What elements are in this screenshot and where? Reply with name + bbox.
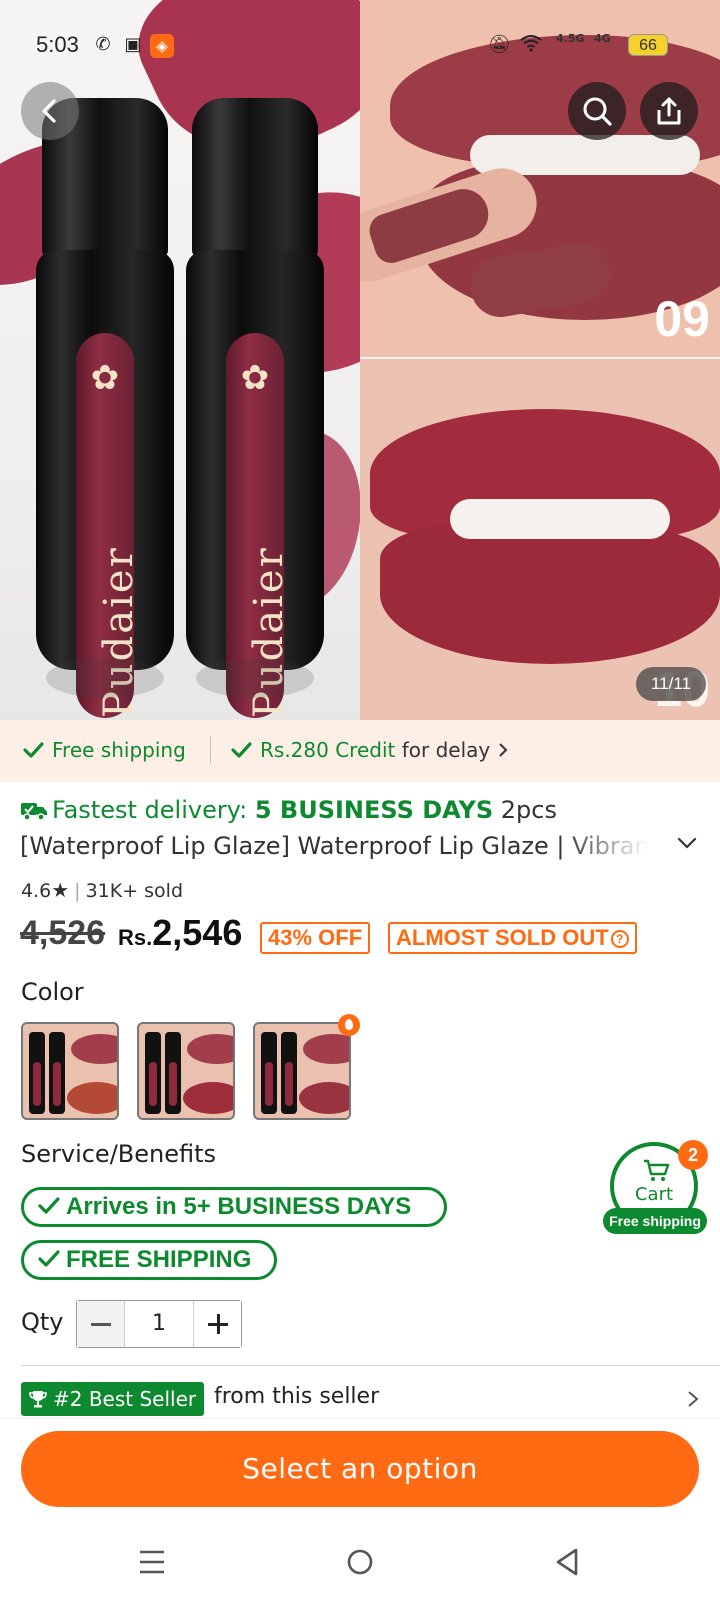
credit-suffix: for delay (401, 738, 491, 762)
cart-free-shipping-tag: Free shipping (603, 1208, 707, 1234)
search-icon (583, 97, 612, 126)
lip-glaze-tube-left: ✿ Pudaier (36, 98, 174, 718)
check-icon (231, 742, 252, 758)
whatsapp-icon: ✆ (95, 34, 111, 55)
sold-count: 31K+ sold (85, 880, 184, 902)
signal-icon: 4G (594, 32, 611, 45)
shipping-strip[interactable]: Free shipping Rs.280 Credit for delay (0, 720, 720, 782)
quantity-stepper[interactable]: 1 (76, 1300, 242, 1348)
back-nav-icon[interactable] (548, 1542, 588, 1582)
qty-label: Qty (21, 1308, 64, 1336)
current-price: Rs.2,546 (118, 912, 243, 953)
best-seller-text: from this seller (214, 1384, 380, 1409)
quantity-value[interactable]: 1 (125, 1301, 193, 1347)
select-option-button[interactable]: Select an option (21, 1431, 699, 1507)
check-icon (38, 1197, 60, 1214)
cart-label: Cart (634, 1184, 674, 1205)
original-price: 4,526 (20, 914, 106, 952)
color-swatch[interactable] (137, 1022, 235, 1120)
delivery-truck-icon (21, 803, 47, 821)
price-row: 4,526 Rs.2,546 43% OFF ALMOST SOLD OUT? (20, 912, 710, 958)
share-button[interactable] (640, 82, 698, 140)
best-seller-row[interactable]: #2 Best Seller from this seller (21, 1382, 701, 1416)
star-icon: ★ (51, 878, 70, 902)
trophy-icon (29, 1391, 47, 1408)
signal-icon: 4.5G (556, 32, 585, 45)
chevron-left-icon (42, 99, 56, 123)
free-shipping-tag: Free shipping (22, 738, 186, 762)
best-seller-badge: #2 Best Seller (21, 1382, 205, 1416)
divider (21, 1365, 720, 1366)
cart-count-badge: 2 (678, 1140, 708, 1170)
increase-button[interactable] (193, 1301, 241, 1347)
color-swatch[interactable] (253, 1022, 351, 1120)
benefit-badge: FREE SHIPPING (21, 1240, 277, 1280)
chevron-right-icon (498, 743, 508, 757)
benefit-badge: Arrives in 5+ BUSINESS DAYS (21, 1187, 447, 1227)
bottom-action-bar: Select an option (0, 1418, 720, 1518)
image-counter: 11/11 (636, 667, 706, 701)
color-swatch[interactable] (21, 1022, 119, 1120)
shopping-app-icon: ◈ (150, 34, 174, 58)
check-icon (23, 742, 44, 758)
color-label: Color (21, 978, 84, 1006)
share-icon (657, 97, 681, 125)
help-icon[interactable]: ? (610, 930, 629, 948)
status-bar: 5:03 ✆ ▣ ◈ 🔕︎ 4.5G 4G 66 (0, 28, 720, 64)
free-shipping-text: Free shipping (52, 738, 186, 762)
search-button[interactable] (568, 82, 626, 140)
credit-amount: Rs.280 Credit (260, 738, 396, 762)
rating-value: 4.6 (21, 880, 52, 902)
status-time: 5:03 (36, 32, 79, 57)
recent-apps-icon[interactable] (132, 1542, 172, 1582)
rating-summary[interactable]: 4.6★ | 31K+ sold (21, 878, 183, 902)
lip-glaze-tube-right: ✿ Pudaier (186, 98, 324, 718)
wifi-icon (520, 34, 542, 56)
chevron-down-icon[interactable] (676, 832, 698, 854)
check-icon (38, 1250, 60, 1267)
fastest-delivery-label: Fastest delivery: 5 BUSINESS DAYS (20, 796, 493, 824)
mute-icon: 🔕︎ (488, 34, 511, 55)
battery-icon: 66 (628, 34, 668, 56)
discount-badge: 43% OFF (260, 922, 371, 954)
cart-icon (644, 1159, 670, 1181)
divider (210, 736, 211, 764)
service-label: Service/Benefits (21, 1140, 217, 1168)
decrease-button[interactable] (77, 1301, 125, 1347)
delay-credit-link[interactable]: Rs.280 Credit for delay (230, 738, 509, 762)
back-button[interactable] (21, 82, 79, 140)
notification-app-icon: ▣ (124, 34, 142, 55)
chevron-right-icon[interactable] (685, 1390, 701, 1408)
stock-badge[interactable]: ALMOST SOLD OUT? (388, 922, 637, 954)
system-nav-bar (0, 1518, 720, 1600)
home-icon[interactable] (340, 1542, 380, 1582)
shade-number: 09 (654, 291, 710, 347)
hot-icon (338, 1014, 360, 1036)
